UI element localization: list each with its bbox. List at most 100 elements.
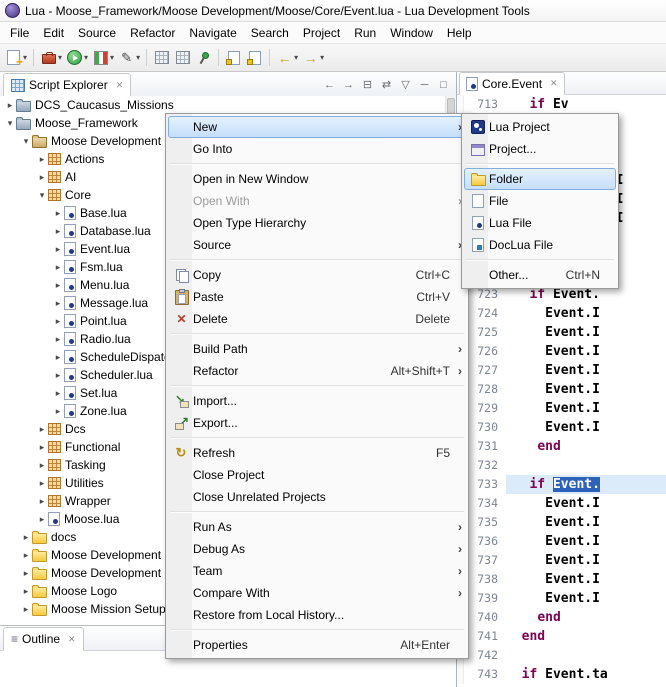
code-line-743[interactable]: 743 if Event.ta bbox=[457, 665, 666, 684]
expand-collapsed-icon[interactable]: ▸ bbox=[52, 330, 64, 348]
code-line-726[interactable]: 726 Event.I bbox=[457, 342, 666, 361]
code-line-730[interactable]: 730 Event.I bbox=[457, 418, 666, 437]
expand-collapsed-icon[interactable]: ▸ bbox=[52, 222, 64, 240]
code-line-727[interactable]: 727 Event.I bbox=[457, 361, 666, 380]
maximize-icon[interactable]: □ bbox=[435, 77, 452, 92]
context-menu-item-close-project[interactable]: Close Project bbox=[168, 464, 466, 486]
menubar-item-help[interactable]: Help bbox=[440, 24, 479, 42]
expand-collapsed-icon[interactable]: ▸ bbox=[52, 402, 64, 420]
context-menu-item-refactor[interactable]: RefactorAlt+Shift+T› bbox=[168, 360, 466, 382]
submenu-item-project[interactable]: Project... bbox=[464, 138, 616, 160]
close-icon[interactable]: ✕ bbox=[116, 80, 124, 91]
coverage-button[interactable]: ▾ bbox=[90, 47, 116, 69]
back-icon[interactable]: ← bbox=[321, 77, 338, 92]
expand-collapsed-icon[interactable]: ▸ bbox=[52, 258, 64, 276]
expand-collapsed-icon[interactable]: ▸ bbox=[20, 546, 32, 564]
expand-collapsed-icon[interactable]: ▸ bbox=[20, 564, 32, 582]
view-menu-icon[interactable]: ▽ bbox=[397, 77, 414, 92]
menubar-item-source[interactable]: Source bbox=[71, 24, 123, 42]
menubar-item-run[interactable]: Run bbox=[347, 24, 383, 42]
submenu-item-other[interactable]: Other...Ctrl+N bbox=[464, 264, 616, 286]
context-menu-item-delete[interactable]: DeleteDelete bbox=[168, 308, 466, 330]
expand-collapsed-icon[interactable]: ▸ bbox=[52, 366, 64, 384]
menubar-item-navigate[interactable]: Navigate bbox=[182, 24, 243, 42]
expand-collapsed-icon[interactable]: ▸ bbox=[36, 510, 48, 528]
expand-collapsed-icon[interactable]: ▸ bbox=[36, 420, 48, 438]
code-line-733[interactable]: 733 if Event. bbox=[457, 475, 666, 494]
tab-script-explorer[interactable]: Script Explorer ✕ bbox=[3, 73, 131, 97]
expand-collapsed-icon[interactable]: ▸ bbox=[52, 204, 64, 222]
code-line-734[interactable]: 734 Event.I bbox=[457, 494, 666, 513]
expand-collapsed-icon[interactable]: ▸ bbox=[20, 528, 32, 546]
code-line-725[interactable]: 725 Event.I bbox=[457, 323, 666, 342]
forward-history-button[interactable]: ▾ bbox=[300, 47, 326, 69]
expand-collapsed-icon[interactable]: ▸ bbox=[4, 96, 16, 114]
context-menu-item-run-as[interactable]: Run As› bbox=[168, 516, 466, 538]
expand-collapsed-icon[interactable]: ▸ bbox=[36, 168, 48, 186]
context-menu-item-open-type-hierarchy[interactable]: Open Type Hierarchy bbox=[168, 212, 466, 234]
code-line-735[interactable]: 735 Event.I bbox=[457, 513, 666, 532]
code-line-724[interactable]: 724 Event.I bbox=[457, 304, 666, 323]
link-with-editor-icon[interactable]: ⇄ bbox=[378, 77, 395, 92]
context-menu-item-paste[interactable]: PasteCtrl+V bbox=[168, 286, 466, 308]
expand-expanded-icon[interactable]: ▾ bbox=[20, 132, 32, 150]
menubar-item-window[interactable]: Window bbox=[383, 24, 440, 42]
collapse-all-icon[interactable]: ⊟ bbox=[359, 77, 376, 92]
code-line-742[interactable]: 742 bbox=[457, 646, 666, 665]
forward-icon[interactable]: → bbox=[340, 77, 357, 92]
tab-outline[interactable]: ≡ Outline ✕ bbox=[3, 627, 84, 651]
last-edit-location-button[interactable] bbox=[223, 47, 244, 69]
context-menu-item-properties[interactable]: PropertiesAlt+Enter bbox=[168, 634, 466, 656]
context-menu-item-export[interactable]: Export... bbox=[168, 412, 466, 434]
code-line-739[interactable]: 739 Event.I bbox=[457, 589, 666, 608]
expand-collapsed-icon[interactable]: ▸ bbox=[36, 474, 48, 492]
new-wizard-button[interactable]: ▾ bbox=[3, 47, 29, 69]
expand-collapsed-icon[interactable]: ▸ bbox=[20, 582, 32, 600]
context-menu-item-import[interactable]: Import... bbox=[168, 390, 466, 412]
code-line-738[interactable]: 738 Event.I bbox=[457, 570, 666, 589]
context-menu-item-debug-as[interactable]: Debug As› bbox=[168, 538, 466, 560]
close-icon[interactable]: ✕ bbox=[68, 634, 76, 645]
expand-collapsed-icon[interactable]: ▸ bbox=[52, 294, 64, 312]
external-tools-button[interactable]: ▾ bbox=[38, 47, 64, 69]
expand-expanded-icon[interactable]: ▾ bbox=[36, 186, 48, 204]
context-menu-item-close-unrelated-projects[interactable]: Close Unrelated Projects bbox=[168, 486, 466, 508]
tab-core-event[interactable]: Core.Event ✕ bbox=[459, 72, 565, 95]
expand-collapsed-icon[interactable]: ▸ bbox=[52, 312, 64, 330]
expand-collapsed-icon[interactable]: ▸ bbox=[52, 384, 64, 402]
context-menu-item-copy[interactable]: CopyCtrl+C bbox=[168, 264, 466, 286]
minimize-icon[interactable]: ─ bbox=[416, 77, 433, 92]
context-menu-item-go-into[interactable]: Go Into bbox=[168, 138, 466, 160]
context-menu-item-restore-from-local-history[interactable]: Restore from Local History... bbox=[168, 604, 466, 626]
markers-button[interactable]: ▾ bbox=[116, 47, 142, 69]
expand-collapsed-icon[interactable]: ▸ bbox=[52, 240, 64, 258]
context-menu-item-new[interactable]: New› bbox=[168, 116, 466, 138]
expand-collapsed-icon[interactable]: ▸ bbox=[20, 600, 32, 618]
show-grid-button[interactable] bbox=[172, 47, 193, 69]
menubar-item-search[interactable]: Search bbox=[244, 24, 296, 42]
code-line-741[interactable]: 741 end bbox=[457, 627, 666, 646]
context-menu-item-open-with[interactable]: Open With› bbox=[168, 190, 466, 212]
code-line-737[interactable]: 737 Event.I bbox=[457, 551, 666, 570]
expand-collapsed-icon[interactable]: ▸ bbox=[52, 348, 64, 366]
back-history-button[interactable]: ▾ bbox=[274, 47, 300, 69]
pin-editor-button[interactable] bbox=[193, 47, 214, 69]
next-edit-location-button[interactable] bbox=[244, 47, 265, 69]
context-menu-item-build-path[interactable]: Build Path› bbox=[168, 338, 466, 360]
context-menu-item-open-in-new-window[interactable]: Open in New Window bbox=[168, 168, 466, 190]
code-line-728[interactable]: 728 Event.I bbox=[457, 380, 666, 399]
menubar-item-project[interactable]: Project bbox=[296, 24, 347, 42]
code-line-732[interactable]: 732 bbox=[457, 456, 666, 475]
submenu-item-lua-project[interactable]: Lua Project bbox=[464, 116, 616, 138]
expand-expanded-icon[interactable]: ▾ bbox=[4, 114, 16, 132]
menubar-item-refactor[interactable]: Refactor bbox=[123, 24, 182, 42]
submenu-item-folder[interactable]: Folder bbox=[464, 168, 616, 190]
menubar-item-file[interactable]: File bbox=[3, 24, 36, 42]
menubar-item-edit[interactable]: Edit bbox=[36, 24, 71, 42]
expand-collapsed-icon[interactable]: ▸ bbox=[36, 456, 48, 474]
tree-item-dcs-caucasus-missions[interactable]: ▸DCS_Caucasus_Missions bbox=[0, 96, 446, 114]
submenu-item-lua-file[interactable]: Lua File bbox=[464, 212, 616, 234]
expand-collapsed-icon[interactable]: ▸ bbox=[36, 492, 48, 510]
expand-collapsed-icon[interactable]: ▸ bbox=[36, 150, 48, 168]
code-line-736[interactable]: 736 Event.I bbox=[457, 532, 666, 551]
